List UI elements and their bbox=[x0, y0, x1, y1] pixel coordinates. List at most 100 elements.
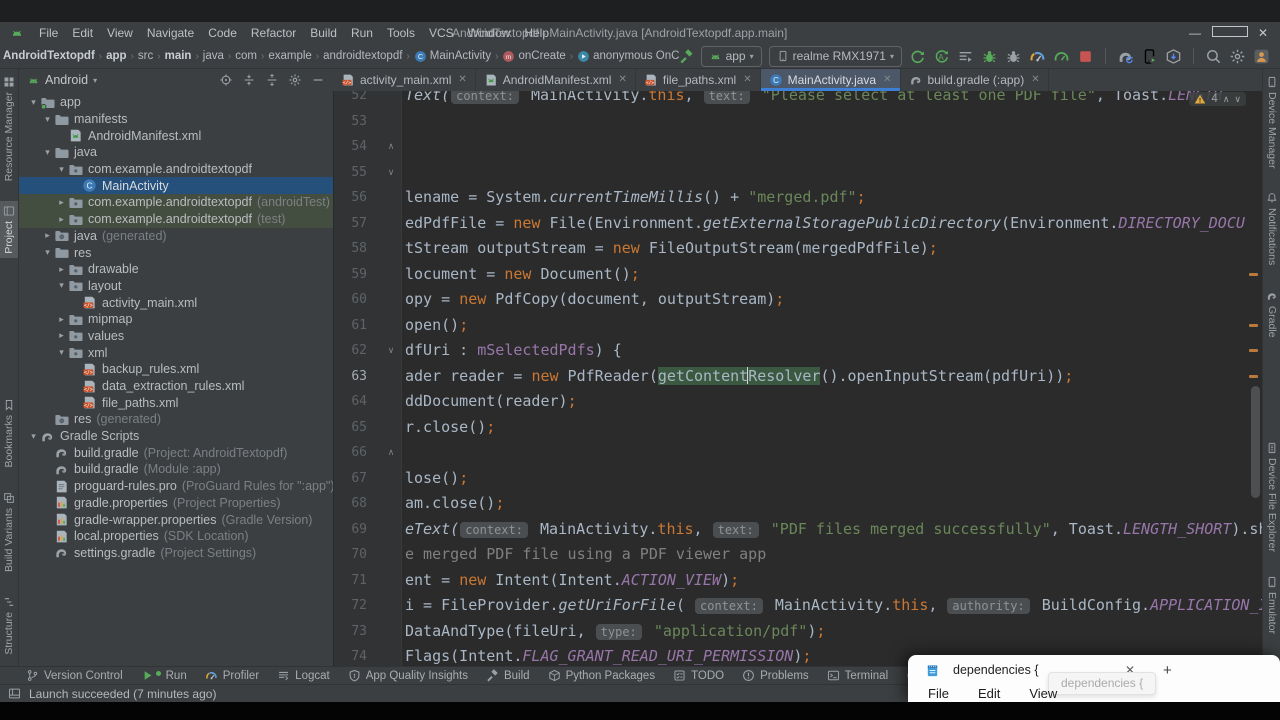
code-line-58[interactable]: tStream outputStream = new FileOutputStr… bbox=[405, 236, 1262, 262]
tool-window-button-logcat[interactable]: Logcat bbox=[277, 669, 330, 682]
breadcrumb-item[interactable]: app bbox=[106, 50, 126, 62]
tree-chevron-icon[interactable]: ▾ bbox=[27, 97, 40, 108]
breadcrumb-item[interactable]: src bbox=[138, 50, 153, 62]
code-line-70[interactable]: e merged PDF file using a PDF viewer app bbox=[405, 542, 1262, 568]
settings-icon[interactable] bbox=[288, 73, 302, 87]
prev-problem-icon[interactable]: ∧ bbox=[1223, 94, 1230, 105]
tool-window-button-terminal[interactable]: Terminal bbox=[827, 669, 888, 682]
tree-item-proguard-rules-pro[interactable]: proguard-rules.pro (ProGuard Rules for ":… bbox=[19, 478, 333, 495]
fold-marker-icon[interactable]: ∧ bbox=[383, 134, 399, 160]
code-line-69[interactable]: eText(context: MainActivity.this, text: … bbox=[405, 517, 1262, 543]
build-hammer-icon[interactable] bbox=[679, 48, 694, 64]
inspection-widget[interactable]: 4 ∧ ∨ bbox=[1189, 92, 1246, 106]
tree-chevron-icon[interactable]: ▸ bbox=[41, 230, 54, 241]
tree-item-gradle-properties[interactable]: gradle.properties (Project Properties) bbox=[19, 495, 333, 512]
tree-item-file-paths-xml[interactable]: </> file_paths.xml bbox=[19, 394, 333, 411]
code-line-54[interactable] bbox=[405, 134, 1262, 160]
editor-tab-mainactivity-java[interactable]: C MainActivity.java ✕ bbox=[760, 68, 901, 91]
editor-tab-activity-main-xml[interactable]: </> activity_main.xml ✕ bbox=[333, 68, 476, 91]
sdk-manager-icon[interactable] bbox=[1165, 48, 1182, 65]
breadcrumb-item[interactable]: AndroidTextopdf bbox=[3, 50, 95, 62]
breadcrumb-item[interactable]: java bbox=[203, 50, 224, 62]
tool-stripe-emulator[interactable]: Emulator bbox=[1263, 572, 1280, 638]
tree-chevron-icon[interactable]: ▸ bbox=[55, 264, 68, 275]
notepad-menu-edit[interactable]: Edit bbox=[978, 686, 1000, 701]
fold-marker-icon[interactable]: ∨ bbox=[383, 338, 399, 364]
breadcrumb-item[interactable]: m onCreate bbox=[502, 50, 566, 63]
locate-icon[interactable] bbox=[219, 73, 233, 87]
close-icon[interactable]: ✕ bbox=[458, 74, 466, 85]
run-configurations-icon[interactable] bbox=[957, 48, 974, 65]
tree-chevron-icon[interactable]: ▾ bbox=[55, 347, 68, 358]
tree-item-activity-main-xml[interactable]: </> activity_main.xml bbox=[19, 294, 333, 311]
tree-chevron-icon[interactable]: ▾ bbox=[55, 164, 68, 175]
tree-chevron-icon[interactable]: ▾ bbox=[41, 147, 54, 158]
tree-item-values[interactable]: ▸ values bbox=[19, 328, 333, 345]
tree-item-data-extraction-rules-xml[interactable]: </> data_extraction_rules.xml bbox=[19, 378, 333, 395]
menu-run[interactable]: Run bbox=[344, 26, 380, 40]
notepad-menu-file[interactable]: File bbox=[928, 686, 949, 701]
tool-window-button-build[interactable]: Build bbox=[486, 669, 530, 682]
tree-item-androidmanifest-xml[interactable]: AndroidManifest.xml bbox=[19, 127, 333, 144]
tool-stripe-build-variants[interactable]: Build Variants bbox=[0, 488, 18, 576]
tree-item-com-example-androidtextopdf[interactable]: ▸ com.example.androidtextopdf (androidTest… bbox=[19, 194, 333, 211]
tree-chevron-icon[interactable]: ▸ bbox=[55, 214, 68, 225]
tree-chevron-icon[interactable]: ▾ bbox=[27, 431, 40, 442]
editor-tab-build-gradle-app-[interactable]: build.gradle (:app) ✕ bbox=[901, 68, 1049, 91]
layout-toggle-icon[interactable] bbox=[8, 687, 21, 700]
gradle-sync-icon[interactable] bbox=[1117, 48, 1134, 65]
breadcrumb-item[interactable]: com bbox=[235, 50, 257, 62]
code-line-63[interactable]: ader reader = new PdfReader(getContentRe… bbox=[405, 364, 1262, 390]
tree-item-res[interactable]: res (generated) bbox=[19, 411, 333, 428]
tool-window-button-run[interactable]: Run bbox=[141, 669, 187, 682]
tree-item-gradle-scripts[interactable]: ▾ Gradle Scripts bbox=[19, 428, 333, 445]
tree-item-manifests[interactable]: ▾ manifests bbox=[19, 111, 333, 128]
fold-marker-icon[interactable]: ∧ bbox=[383, 440, 399, 466]
editor-tab-file-paths-xml[interactable]: </> file_paths.xml ✕ bbox=[636, 68, 761, 91]
code-line-59[interactable]: locument = new Document(); bbox=[405, 262, 1262, 288]
breadcrumb-item[interactable]: androidtextopdf bbox=[323, 50, 402, 62]
tree-item-backup-rules-xml[interactable]: </> backup_rules.xml bbox=[19, 361, 333, 378]
tree-item-xml[interactable]: ▾ xml bbox=[19, 344, 333, 361]
run-config-selector[interactable]: app ▾ bbox=[700, 45, 762, 67]
tree-chevron-icon[interactable]: ▾ bbox=[55, 280, 68, 291]
breadcrumb-item[interactable]: example bbox=[268, 50, 311, 62]
breadcrumb-item[interactable]: C MainActivity bbox=[414, 50, 491, 63]
tree-item-java[interactable]: ▸ java (generated) bbox=[19, 228, 333, 245]
device-selector[interactable]: realme RMX1971 ▾ bbox=[768, 45, 902, 67]
tree-chevron-icon[interactable]: ▾ bbox=[41, 247, 54, 258]
tree-item-mipmap[interactable]: ▸ mipmap bbox=[19, 311, 333, 328]
tool-stripe-bookmarks[interactable]: Bookmarks bbox=[0, 395, 18, 472]
tree-item-build-gradle[interactable]: build.gradle (Project: AndroidTextopdf) bbox=[19, 444, 333, 461]
menu-file[interactable]: File bbox=[32, 26, 65, 40]
tree-item-local-properties[interactable]: local.properties (SDK Location) bbox=[19, 528, 333, 545]
menu-refactor[interactable]: Refactor bbox=[244, 26, 303, 40]
menu-tools[interactable]: Tools bbox=[380, 26, 422, 40]
debug-icon[interactable] bbox=[981, 48, 998, 65]
close-icon[interactable]: ✕ bbox=[743, 74, 751, 85]
tree-item-app[interactable]: ▾ app bbox=[19, 94, 333, 111]
code-line-64[interactable]: ddDocument(reader); bbox=[405, 389, 1262, 415]
menu-code[interactable]: Code bbox=[201, 26, 244, 40]
tool-stripe-notifications[interactable]: Notifications bbox=[1263, 188, 1280, 269]
close-icon[interactable]: ✕ bbox=[1031, 74, 1039, 85]
tree-item-settings-gradle[interactable]: settings.gradle (Project Settings) bbox=[19, 545, 333, 562]
code-line-52[interactable]: Text(context: MainActivity.this, text: "… bbox=[405, 91, 1262, 109]
new-tab-button[interactable]: + bbox=[1163, 662, 1172, 679]
close-icon[interactable]: ✕ bbox=[883, 74, 891, 85]
menu-view[interactable]: View bbox=[100, 26, 140, 40]
tree-chevron-icon[interactable]: ▾ bbox=[41, 114, 54, 125]
tool-stripe-resource-manager[interactable]: Resource Manager bbox=[0, 72, 18, 185]
code-line-55[interactable] bbox=[405, 160, 1262, 186]
code-line-61[interactable]: open(); bbox=[405, 313, 1262, 339]
next-problem-icon[interactable]: ∨ bbox=[1234, 94, 1241, 105]
menu-edit[interactable]: Edit bbox=[65, 26, 100, 40]
menu-build[interactable]: Build bbox=[303, 26, 344, 40]
apply-changes-icon[interactable] bbox=[909, 48, 926, 65]
tool-stripe-project[interactable]: Project bbox=[0, 201, 18, 258]
expand-all-icon[interactable] bbox=[242, 73, 256, 87]
tree-chevron-icon[interactable]: ▸ bbox=[55, 197, 68, 208]
code-line-67[interactable]: lose(); bbox=[405, 466, 1262, 492]
code-line-53[interactable] bbox=[405, 109, 1262, 135]
code-line-68[interactable]: am.close(); bbox=[405, 491, 1262, 517]
